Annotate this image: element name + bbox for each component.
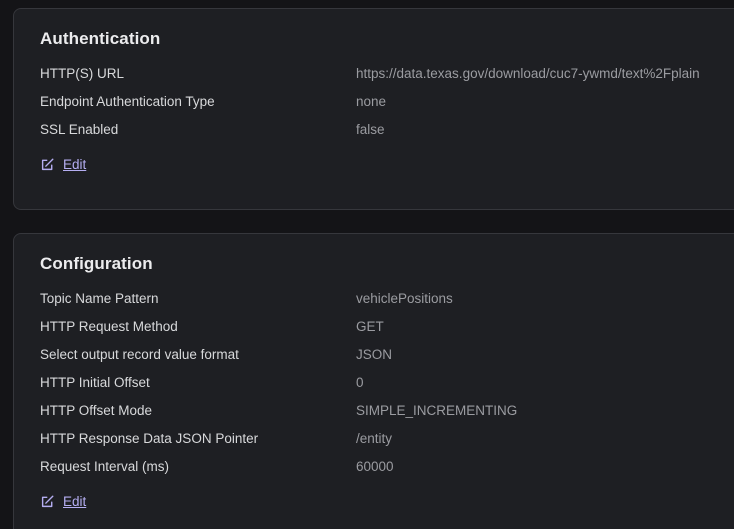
field-label: Topic Name Pattern [40, 291, 159, 306]
field-value: /entity [356, 431, 393, 446]
field-row-topic-name-pattern: Topic Name Pattern vehiclePositions [40, 291, 734, 307]
field-value: 60000 [356, 459, 394, 474]
field-value: none [356, 94, 387, 109]
field-row-output-record-value-format: Select output record value format JSON [40, 347, 734, 363]
configuration-card: Configuration Topic Name Pattern vehicle… [13, 233, 734, 529]
field-label: HTTP Offset Mode [40, 403, 153, 418]
edit-label: Edit [63, 494, 87, 509]
field-row-http-initial-offset: HTTP Initial Offset 0 [40, 375, 734, 391]
authentication-edit-button[interactable]: Edit [40, 156, 86, 173]
field-row-http-request-method: HTTP Request Method GET [40, 319, 734, 335]
field-value: JSON [356, 347, 393, 362]
field-value: GET [356, 319, 384, 334]
field-value: 0 [356, 375, 364, 390]
field-label: Endpoint Authentication Type [40, 94, 215, 109]
field-row-ssl-enabled: SSL Enabled false [40, 122, 734, 138]
edit-pencil-square-icon [40, 157, 55, 172]
field-row-http-url: HTTP(S) URL https://data.texas.gov/downl… [40, 66, 734, 82]
configuration-edit-button[interactable]: Edit [40, 493, 86, 510]
field-label: SSL Enabled [40, 122, 119, 137]
field-value: vehiclePositions [356, 291, 453, 306]
authentication-card: Authentication HTTP(S) URL https://data.… [13, 8, 734, 210]
field-row-request-interval-ms: Request Interval (ms) 60000 [40, 459, 734, 475]
edit-label: Edit [63, 157, 87, 172]
field-value: https://data.texas.gov/download/cuc7-ywm… [356, 66, 700, 81]
field-value: false [356, 122, 385, 137]
edit-pencil-square-icon [40, 494, 55, 509]
connector-settings-page: Authentication HTTP(S) URL https://data.… [0, 0, 734, 529]
field-row-http-offset-mode: HTTP Offset Mode SIMPLE_INCREMENTING [40, 403, 734, 419]
field-row-endpoint-auth-type: Endpoint Authentication Type none [40, 94, 734, 110]
field-label: HTTP Initial Offset [40, 375, 150, 390]
field-label: HTTP(S) URL [40, 66, 124, 81]
field-value: SIMPLE_INCREMENTING [356, 403, 518, 418]
field-row-http-response-data-json-pointer: HTTP Response Data JSON Pointer /entity [40, 431, 734, 447]
configuration-card-title: Configuration [40, 254, 153, 273]
field-label: HTTP Request Method [40, 319, 178, 334]
authentication-card-title: Authentication [40, 29, 161, 48]
field-label: Select output record value format [40, 347, 239, 362]
field-label: Request Interval (ms) [40, 459, 170, 474]
field-label: HTTP Response Data JSON Pointer [40, 431, 259, 446]
